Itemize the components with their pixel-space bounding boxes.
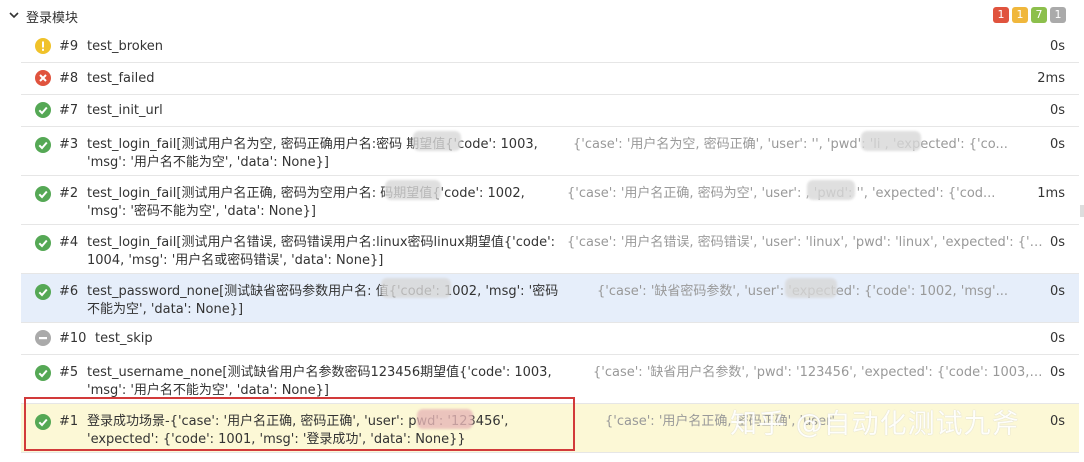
passed-status-icon bbox=[35, 365, 51, 381]
group-header[interactable]: 登录模块 1 1 7 1 bbox=[0, 0, 1084, 31]
redacted-mask bbox=[381, 278, 451, 298]
test-name: test_username_none[测试缺省用户名参数密码123456期望值{… bbox=[87, 365, 552, 398]
test-duration: 0s bbox=[1049, 39, 1065, 54]
test-name: test_login_fail[测试用户名为空, 密码正确用户名:密码 期望值{… bbox=[87, 137, 538, 170]
passed-status-icon bbox=[35, 235, 51, 251]
test-duration: 0s bbox=[1049, 235, 1065, 250]
test-duration: 0s bbox=[1049, 284, 1065, 299]
passed-status-icon bbox=[35, 102, 51, 118]
test-number: #8 bbox=[59, 71, 79, 86]
skipped-status-icon bbox=[35, 330, 51, 346]
passed-status-icon bbox=[35, 284, 51, 300]
watermark-text: 知乎 @自动化测试九斧 bbox=[730, 409, 1020, 440]
skipped-count-badge: 1 bbox=[1050, 7, 1066, 23]
failed-status-icon bbox=[35, 70, 51, 86]
test-parameters: {'case': '用户名正确, 密码为空', 'user': , 'pwd':… bbox=[567, 186, 996, 201]
test-parameters: {'case': '缺省用户名参数', 'pwd': '123456', 'ex… bbox=[593, 365, 1043, 380]
test-number: #5 bbox=[59, 365, 79, 380]
test-number: #3 bbox=[59, 137, 79, 152]
test-number: #10 bbox=[59, 331, 87, 346]
test-duration: 0s bbox=[1049, 103, 1065, 118]
redacted-mask bbox=[413, 131, 461, 151]
test-name: test_skip bbox=[95, 331, 153, 346]
broken-count-badge: 1 bbox=[1012, 7, 1028, 23]
test-number: #9 bbox=[59, 39, 79, 54]
test-name: test_password_none[测试缺省密码参数用户名: 值{'code'… bbox=[87, 284, 559, 317]
test-number: #7 bbox=[59, 103, 79, 118]
redacted-mask bbox=[785, 278, 837, 298]
status-badges: 1 1 7 1 bbox=[993, 7, 1066, 23]
test-number: #6 bbox=[59, 284, 79, 299]
test-row-passed[interactable]: #7 test_init_url 0s bbox=[21, 95, 1079, 127]
test-duration: 1ms bbox=[1037, 186, 1065, 201]
test-duration: 2ms bbox=[1037, 71, 1065, 86]
test-duration: 0s bbox=[1049, 365, 1065, 380]
passed-status-icon bbox=[35, 186, 51, 202]
test-number: #4 bbox=[59, 235, 79, 250]
test-row-skipped[interactable]: #10 test_skip 0s bbox=[21, 323, 1079, 355]
group-title: 登录模块 bbox=[26, 11, 79, 26]
test-name: test_failed bbox=[87, 71, 155, 86]
annotation-box bbox=[24, 397, 575, 451]
test-row-passed[interactable]: #4 test_login_fail[测试用户名错误, 密码错误用户名:linu… bbox=[21, 225, 1079, 274]
test-parameters: {'case': '用户名错误, 密码错误', 'user': 'linux',… bbox=[567, 235, 1043, 250]
test-name: test_login_fail[测试用户名错误, 密码错误用户名:linux密码… bbox=[87, 235, 556, 268]
test-duration: 0s bbox=[1049, 331, 1065, 346]
test-duration: 0s bbox=[1049, 414, 1065, 429]
passed-status-icon bbox=[35, 137, 51, 153]
test-row-failed[interactable]: #8 test_failed 2ms bbox=[21, 63, 1079, 95]
chevron-down-icon[interactable] bbox=[8, 9, 20, 21]
test-row-passed[interactable]: #3 test_login_fail[测试用户名为空, 密码正确用户名:密码 期… bbox=[21, 127, 1079, 176]
passed-count-badge: 7 bbox=[1031, 7, 1047, 23]
test-name: test_broken bbox=[87, 39, 164, 54]
redacted-mask bbox=[385, 180, 441, 200]
test-row-passed-selected[interactable]: #6 test_password_none[测试缺省密码参数用户名: 值{'co… bbox=[21, 274, 1079, 323]
scrollbar[interactable] bbox=[1080, 205, 1084, 217]
test-row-passed[interactable]: #2 test_login_fail[测试用户名正确, 密码为空用户名: 码期望… bbox=[21, 176, 1079, 225]
broken-status-icon bbox=[35, 38, 51, 54]
redacted-mask bbox=[861, 131, 921, 151]
test-name: test_init_url bbox=[87, 103, 163, 118]
test-row-broken[interactable]: #9 test_broken 0s bbox=[21, 31, 1079, 63]
test-name: test_login_fail[测试用户名正确, 密码为空用户名: 码期望值{'… bbox=[87, 186, 525, 219]
failed-count-badge: 1 bbox=[993, 7, 1009, 23]
test-parameters: {'case': '用户名为空, 密码正确', 'user': '', 'pwd… bbox=[573, 137, 1008, 152]
test-case-list: #9 test_broken 0s #8 test_failed 2ms #7 … bbox=[21, 31, 1079, 453]
test-number: #2 bbox=[59, 186, 79, 201]
redacted-mask bbox=[807, 180, 855, 200]
test-duration: 0s bbox=[1049, 137, 1065, 152]
